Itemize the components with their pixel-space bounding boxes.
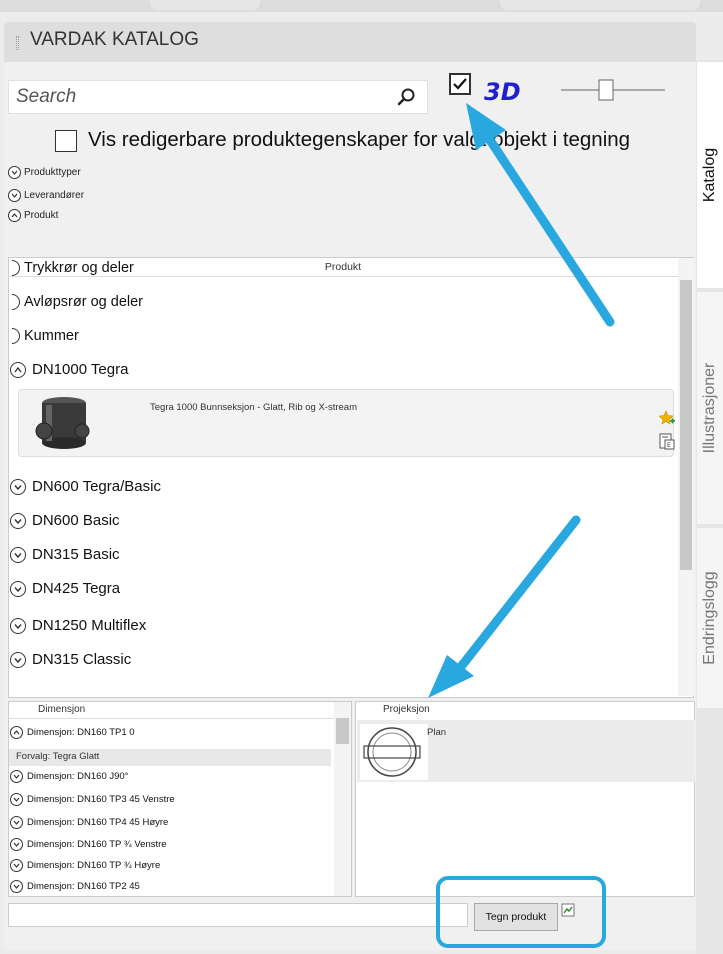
expand-circle-icon (10, 793, 23, 806)
product-item-name: Tegra 1000 Bunnseksjon - Glatt, Rib og X… (150, 402, 357, 413)
top-tab-strip (0, 0, 723, 12)
grip-icon[interactable] (16, 36, 19, 50)
category-dn315-basic[interactable]: DN315 Basic (10, 546, 120, 564)
projection-item-name: Plan (427, 727, 447, 738)
view-3d-checkbox[interactable] (449, 73, 471, 95)
dimension-scroll-thumb[interactable] (336, 718, 349, 744)
expand-circle-icon (12, 294, 20, 311)
tab-endringslogg[interactable]: Endringslogg (697, 528, 723, 708)
expand-circle-icon (10, 880, 23, 893)
expand-circle-icon (10, 770, 23, 783)
collapse-circle-icon (8, 209, 21, 222)
expand-circle-icon (10, 547, 26, 564)
editable-props-label: Vis redigerbare produktegenskaper for va… (88, 128, 631, 151)
dimension-row[interactable]: Dimensjon: DN160 TP4 45 Høyre (10, 816, 168, 829)
dimension-row[interactable]: Dimensjon: DN160 J90° (10, 770, 129, 783)
expand-circle-icon (10, 652, 26, 669)
expand-circle-icon (10, 816, 23, 829)
filter-produkttyper[interactable]: Produkttyper (8, 166, 81, 179)
expand-circle-icon (10, 581, 26, 598)
search-icon[interactable] (396, 86, 418, 108)
search-placeholder: Search (16, 86, 77, 107)
filter-produkt[interactable]: Produkt (8, 209, 58, 222)
plan-view-image (360, 724, 428, 780)
tab-illustrasjoner[interactable]: Illustrasjoner (697, 292, 723, 524)
category-dn315-classic[interactable]: DN315 Classic (10, 651, 131, 669)
expand-circle-icon (10, 513, 26, 530)
expand-circle-icon (12, 260, 20, 277)
category-dn1250-multiflex[interactable]: DN1250 Multiflex (10, 617, 146, 635)
expand-circle-icon (10, 838, 23, 851)
dimension-row[interactable]: Dimensjon: DN160 TP ¾ Venstre (10, 838, 167, 851)
dimension-row[interactable]: Dimensjon: DN160 TP2 45 (10, 880, 140, 893)
product-list-scroll-thumb[interactable] (680, 280, 692, 570)
category-trykkror[interactable]: Trykkrør og deler (12, 260, 134, 277)
expand-circle-icon (12, 328, 20, 345)
dimension-row[interactable]: Dimensjon: DN160 TP3 45 Venstre (10, 793, 175, 806)
editable-props-checkbox[interactable] (55, 130, 77, 152)
default-variant-label: Forvalg: Tegra Glatt (16, 751, 100, 762)
dimension-header: Dimensjon (8, 701, 334, 719)
top-tab[interactable] (150, 0, 260, 10)
top-tab[interactable] (500, 0, 700, 10)
expand-circle-icon (10, 618, 26, 635)
dimension-row[interactable]: Dimensjon: DN160 TP1 0 (10, 726, 135, 739)
svg-text:E: E (667, 442, 671, 449)
tab-katalog[interactable]: Katalog (697, 62, 723, 288)
calculator-icon[interactable]: E (659, 432, 675, 450)
star-add-icon[interactable] (658, 410, 675, 426)
projection-header: Projeksjon (383, 704, 430, 715)
product-item[interactable] (18, 389, 674, 457)
category-dn1000-tegra[interactable]: DN1000 Tegra (10, 361, 128, 379)
filter-leverandorer[interactable]: Leverandører (8, 189, 84, 202)
view-3d-label: 3D (484, 78, 521, 106)
category-dn425-tegra[interactable]: DN425 Tegra (10, 580, 120, 598)
expand-circle-icon (8, 189, 21, 202)
category-dn600-tegra-basic[interactable]: DN600 Tegra/Basic (10, 478, 161, 496)
collapse-circle-icon (10, 362, 26, 379)
dimension-row[interactable]: Dimensjon: DN160 TP ¾ Høyre (10, 859, 160, 872)
status-field[interactable] (8, 903, 468, 927)
expand-circle-icon (10, 859, 23, 872)
collapse-circle-icon (10, 726, 23, 739)
highlight-box (436, 876, 606, 948)
manhole-image (24, 393, 98, 453)
expand-circle-icon (8, 166, 21, 179)
category-avlopsror[interactable]: Avløpsrør og deler (12, 294, 143, 311)
category-dn600-basic[interactable]: DN600 Basic (10, 512, 120, 530)
panel-title: VARDAK KATALOG (30, 29, 199, 50)
category-kummer[interactable]: Kummer (12, 328, 79, 345)
expand-circle-icon (10, 479, 26, 496)
zoom-slider[interactable] (561, 79, 665, 101)
